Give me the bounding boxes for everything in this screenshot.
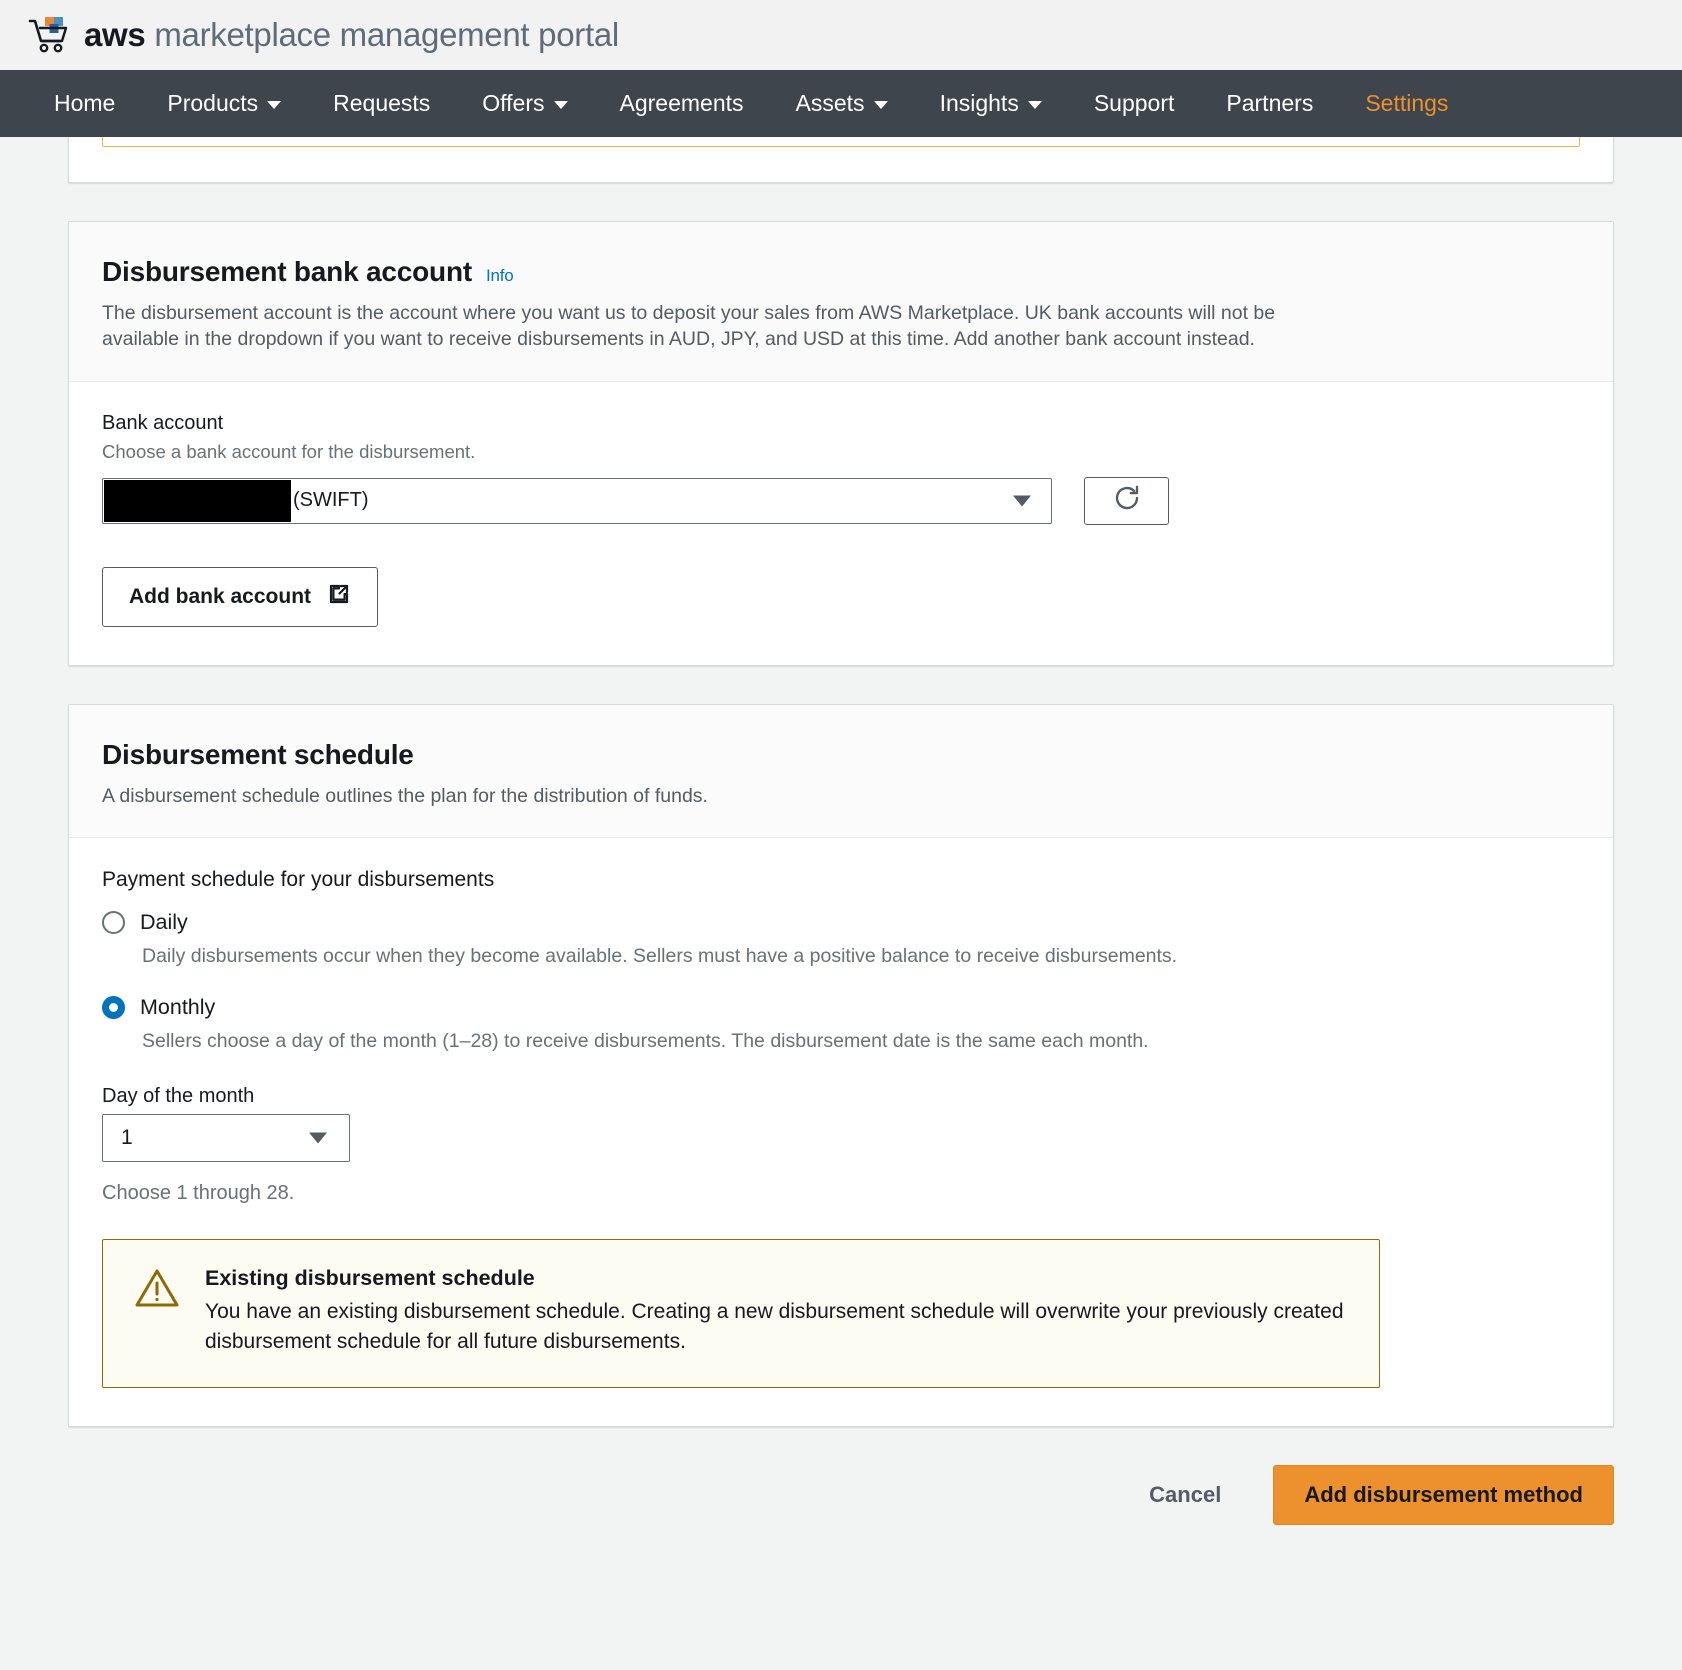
add-disbursement-method-button[interactable]: Add disbursement method	[1273, 1465, 1614, 1526]
nav-item-home[interactable]: Home	[28, 70, 141, 137]
chevron-down-icon	[1013, 495, 1031, 507]
schedule-card-title-row: Disbursement schedule	[102, 739, 1580, 771]
bank-account-hint: Choose a bank account for the disburseme…	[102, 440, 476, 462]
nav-label-agreements: Agreements	[619, 90, 744, 116]
refresh-icon	[1112, 483, 1142, 518]
add-bank-account-button[interactable]: Add bank account	[102, 566, 379, 627]
nav-item-offers[interactable]: Offers	[456, 70, 593, 137]
cancel-button[interactable]: Cancel	[1143, 1481, 1227, 1509]
external-link-icon	[327, 582, 351, 612]
nav-label-products: Products	[167, 90, 259, 116]
existing-schedule-alert: Existing disbursement schedule You have …	[102, 1238, 1380, 1389]
chevron-down-icon	[873, 101, 888, 109]
alert-title: Existing disbursement schedule	[205, 1265, 535, 1290]
nav-item-agreements[interactable]: Agreements	[594, 70, 770, 137]
radio-description-monthly: Sellers choose a day of the month (1–28)…	[142, 1030, 1149, 1053]
alert-text: You have an existing disbursement schedu…	[205, 1299, 1344, 1353]
refresh-button[interactable]	[1084, 476, 1169, 525]
bank-account-selected-value: (SWIFT)	[293, 489, 369, 512]
bank-card-header: Disbursement bank account Info The disbu…	[69, 222, 1613, 382]
add-bank-account-label: Add bank account	[129, 584, 312, 608]
chevron-down-icon	[1027, 101, 1042, 109]
bank-card-title-row: Disbursement bank account Info	[102, 256, 1580, 288]
nav-label-partners: Partners	[1226, 90, 1314, 116]
radio-label-daily[interactable]: Daily	[140, 910, 188, 935]
nav-item-settings[interactable]: Settings	[1339, 70, 1474, 137]
nav-item-insights[interactable]: Insights	[914, 70, 1068, 137]
payment-schedule-group-label: Payment schedule for your disbursements	[102, 867, 495, 891]
previous-section-clipped	[68, 137, 1614, 183]
schedule-card-header: Disbursement schedule A disbursement sch…	[69, 704, 1613, 838]
brand-logo[interactable]: aws marketplace management portal	[28, 15, 619, 55]
warning-triangle-icon	[133, 1266, 181, 1358]
nav-item-requests[interactable]: Requests	[307, 70, 456, 137]
day-of-month-select[interactable]: 1	[102, 1113, 350, 1162]
schedule-title: Disbursement schedule	[102, 738, 414, 770]
bank-account-row: (SWIFT)	[102, 476, 1580, 525]
bank-card-description: The disbursement account is the account …	[102, 302, 1276, 351]
bank-account-label: Bank account	[102, 411, 224, 434]
bank-card-body: Bank account Choose a bank account for t…	[69, 381, 1613, 665]
radio-daily[interactable]	[102, 910, 125, 934]
radio-row-daily[interactable]: Daily	[102, 910, 1580, 935]
brand-title-rest: marketplace management portal	[145, 16, 619, 53]
nav-label-settings: Settings	[1365, 90, 1449, 116]
alert-content: Existing disbursement schedule You have …	[205, 1266, 1349, 1358]
day-of-month-value: 1	[121, 1125, 133, 1149]
bank-account-select[interactable]: (SWIFT)	[102, 477, 1052, 524]
nav-item-partners[interactable]: Partners	[1200, 70, 1339, 137]
nav-label-assets: Assets	[795, 90, 865, 116]
disbursement-schedule-card: Disbursement schedule A disbursement sch…	[68, 703, 1614, 1428]
nav-label-support: Support	[1093, 90, 1175, 116]
nav-label-home: Home	[54, 90, 116, 116]
radio-monthly[interactable]	[102, 996, 125, 1020]
info-link[interactable]: Info	[486, 266, 514, 286]
nav-label-insights: Insights	[939, 90, 1019, 116]
brand-bar: aws marketplace management portal	[0, 0, 1682, 70]
nav-label-requests: Requests	[333, 90, 431, 116]
chevron-down-icon	[553, 101, 568, 109]
aws-marketplace-cart-icon	[28, 15, 72, 55]
radio-option-daily[interactable]: Daily Daily disbursements occur when the…	[102, 910, 1580, 969]
brand-title: aws marketplace management portal	[84, 16, 619, 54]
page-content: Disbursement bank account Info The disbu…	[0, 137, 1682, 1565]
chevron-down-icon	[267, 101, 282, 109]
radio-row-monthly[interactable]: Monthly	[102, 995, 1580, 1020]
brand-title-aws: aws	[84, 16, 146, 53]
day-of-month-hint: Choose 1 through 28.	[102, 1181, 295, 1204]
form-actions: Cancel Add disbursement method	[68, 1427, 1614, 1565]
redacted-account-name	[104, 479, 291, 522]
page-title: Disbursement bank account	[102, 256, 472, 287]
nav-item-support[interactable]: Support	[1068, 70, 1201, 137]
schedule-card-description: A disbursement schedule outlines the pla…	[102, 784, 708, 807]
day-of-month-label: Day of the month	[102, 1084, 255, 1107]
disbursement-bank-account-card: Disbursement bank account Info The disbu…	[68, 221, 1614, 666]
radio-option-monthly[interactable]: Monthly Sellers choose a day of the mont…	[102, 995, 1580, 1054]
chevron-down-icon	[309, 1132, 327, 1144]
nav-item-products[interactable]: Products	[141, 70, 307, 137]
main-navigation: Home Products Requests Offers Agreements…	[0, 70, 1682, 137]
schedule-card-body: Payment schedule for your disbursements …	[69, 837, 1613, 1427]
radio-label-monthly[interactable]: Monthly	[140, 995, 215, 1020]
nav-item-assets[interactable]: Assets	[770, 70, 914, 137]
clipped-input-field[interactable]	[102, 137, 1580, 147]
nav-label-offers: Offers	[482, 90, 545, 116]
radio-description-daily: Daily disbursements occur when they beco…	[142, 944, 1178, 967]
